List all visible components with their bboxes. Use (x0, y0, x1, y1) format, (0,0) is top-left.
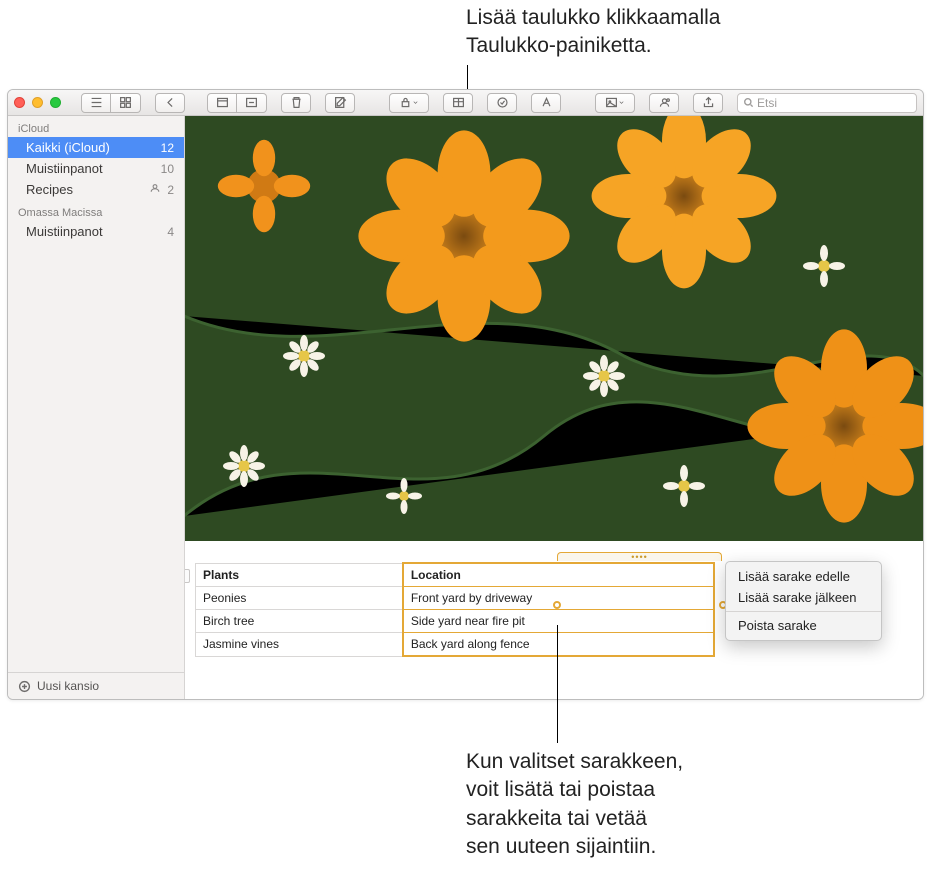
attachments-button[interactable] (207, 93, 237, 113)
sidebar-section-icloud: iCloud (8, 121, 184, 137)
callout-line-bottom (557, 625, 558, 743)
table-cell[interactable]: Birch tree (196, 610, 403, 633)
delete-button[interactable] (281, 93, 311, 113)
table-cell[interactable]: Peonies (196, 587, 403, 610)
new-note-button[interactable] (325, 93, 355, 113)
sidebar-item-all-icloud[interactable]: Kaikki (iCloud) 12 (8, 137, 184, 158)
sidebar-item-label: Recipes (26, 182, 73, 197)
sidebar-section-local: Omassa Macissa (8, 205, 184, 221)
back-button[interactable] (155, 93, 185, 113)
format-button[interactable] (531, 93, 561, 113)
new-folder-button[interactable]: Uusi kansio (8, 672, 184, 699)
ctx-insert-before[interactable]: Lisää sarake edelle (726, 566, 881, 587)
checklist-button[interactable] (487, 93, 517, 113)
sidebar-item-count: 2 (167, 183, 174, 197)
row-handle[interactable] (185, 569, 190, 583)
inline-attachment-button[interactable] (237, 93, 267, 113)
close-button[interactable] (14, 97, 25, 108)
new-folder-label: Uusi kansio (37, 679, 99, 693)
column-resize-dot-left[interactable] (553, 601, 561, 609)
share-button[interactable] (693, 93, 723, 113)
view-grid-button[interactable] (111, 93, 141, 113)
shared-icon (149, 182, 161, 197)
table-header-selected[interactable]: Location (403, 563, 714, 587)
view-list-button[interactable] (81, 93, 111, 113)
titlebar: Etsi (8, 90, 923, 116)
ctx-separator (726, 611, 881, 612)
sidebar-item-label: Muistiinpanot (26, 161, 103, 176)
window-content: iCloud Kaikki (iCloud) 12 Muistiinpanot … (8, 116, 923, 699)
table-row[interactable]: Peonies Front yard by driveway (196, 587, 715, 610)
media-button[interactable] (595, 93, 635, 113)
sidebar-item-recipes[interactable]: Recipes 2 (8, 179, 184, 200)
context-menu: Lisää sarake edelle Lisää sarake jälkeen… (725, 561, 882, 641)
zoom-button[interactable] (50, 97, 61, 108)
sidebar-item-local-notes[interactable]: Muistiinpanot 4 (8, 221, 184, 242)
table-button[interactable] (443, 93, 473, 113)
sidebar-item-label: Muistiinpanot (26, 224, 103, 239)
callout-top: Lisää taulukko klikkaamalla Taulukko-pai… (466, 4, 720, 61)
window: Etsi iCloud Kaikki (iCloud) 12 Muistiinp… (7, 89, 924, 700)
search-placeholder: Etsi (757, 96, 777, 110)
sidebar: iCloud Kaikki (iCloud) 12 Muistiinpanot … (8, 116, 185, 699)
ctx-delete-column[interactable]: Poista sarake (726, 615, 881, 636)
search-input[interactable]: Etsi (737, 93, 917, 113)
table-row[interactable]: Birch tree Side yard near fire pit (196, 610, 715, 633)
sidebar-item-notes[interactable]: Muistiinpanot 10 (8, 158, 184, 179)
sidebar-item-label: Kaikki (iCloud) (26, 140, 110, 155)
sidebar-item-count: 12 (161, 141, 174, 155)
note-image (185, 116, 923, 541)
table-cell[interactable]: Back yard along fence (403, 633, 714, 657)
sidebar-item-count: 10 (161, 162, 174, 176)
callout-bottom: Kun valitset sarakkeen, voit lisätä tai … (466, 748, 683, 861)
ctx-insert-after[interactable]: Lisää sarake jälkeen (726, 587, 881, 608)
column-handle[interactable]: •••• (557, 552, 722, 561)
minimize-button[interactable] (32, 97, 43, 108)
table-header[interactable]: Plants (196, 563, 403, 587)
collaborate-button[interactable] (649, 93, 679, 113)
sidebar-item-count: 4 (167, 225, 174, 239)
traffic-lights (14, 97, 61, 108)
note-editor: •••• Plants Location Peonies Front yard … (185, 116, 923, 699)
table-row[interactable]: Jasmine vines Back yard along fence (196, 633, 715, 657)
table-cell[interactable]: Side yard near fire pit (403, 610, 714, 633)
table-cell[interactable]: Jasmine vines (196, 633, 403, 657)
lock-button[interactable] (389, 93, 429, 113)
